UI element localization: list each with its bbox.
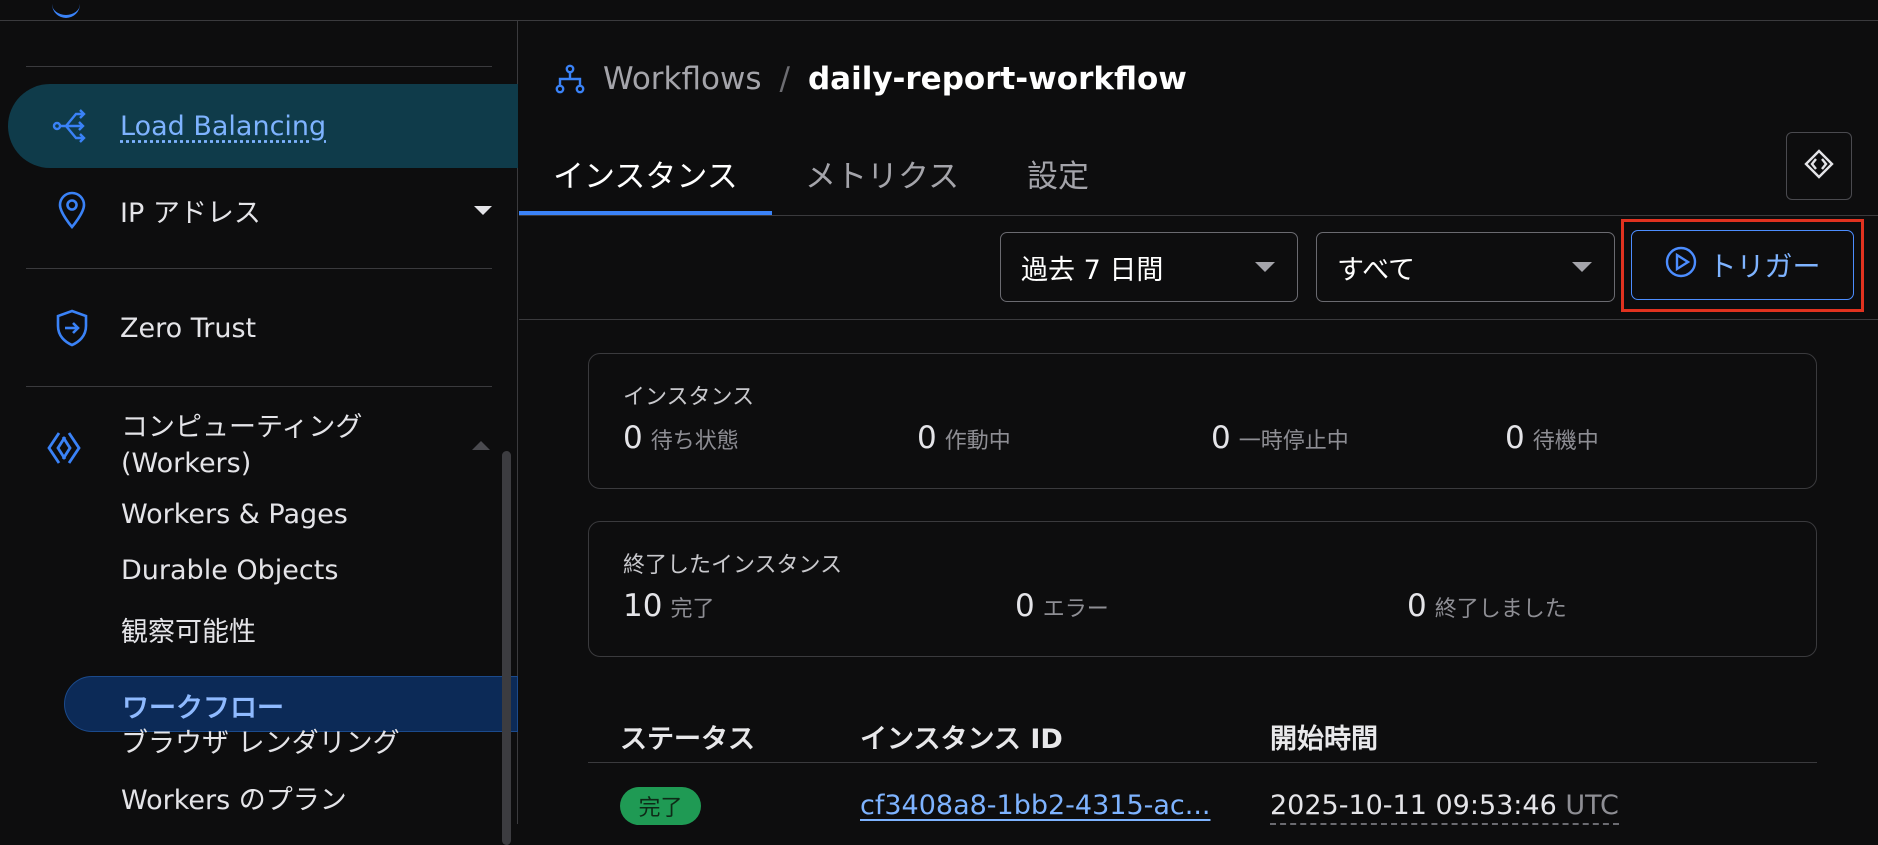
sidebar-group-sublabel: (Workers) [121, 448, 252, 479]
active-tab-indicator [519, 211, 772, 215]
table-header: ステータス インスタンス ID 開始時間 [588, 707, 1817, 763]
stat-error: 0 エラー [1015, 588, 1109, 624]
stat-paused: 0 一時停止中 [1211, 420, 1349, 456]
sidebar-scrollbar[interactable] [502, 451, 511, 845]
main-content: Workflows / daily-report-workflow インスタンス… [519, 21, 1878, 825]
trigger-button[interactable]: トリガー [1631, 230, 1854, 300]
breadcrumb: Workflows / daily-report-workflow [555, 57, 1187, 101]
sidebar-item-label: IP アドレス [120, 197, 261, 229]
sidebar-divider [26, 268, 492, 269]
sidebar-item-workers-pages[interactable]: Workers & Pages [121, 499, 348, 530]
column-header-status[interactable]: ステータス [620, 717, 755, 756]
tab-bar: インスタンス メトリクス 設定 [519, 129, 1878, 216]
sidebar-item-observability[interactable]: 観察可能性 [121, 610, 256, 649]
sidebar-divider [26, 386, 492, 387]
instance-id-link[interactable]: cf3408a8-1bb2-4315-ac... [860, 790, 1211, 821]
sidebar-group-label: コンピューティング [121, 412, 363, 443]
chevron-down-icon [1255, 262, 1275, 272]
location-pin-icon [48, 186, 96, 234]
sidebar-group-computing[interactable]: コンピューティング (Workers) [121, 410, 362, 482]
workers-icon [40, 424, 88, 472]
stat-label: 終了しました [1434, 597, 1567, 622]
stat-running: 0 作動中 [917, 420, 1011, 456]
load-balancer-icon [48, 102, 96, 150]
sidebar-item-ip-address[interactable]: IP アドレス [8, 168, 518, 252]
trigger-button-label: トリガー [1708, 250, 1821, 283]
logo-icon [52, 4, 80, 18]
stat-label: 待ち状態 [650, 429, 739, 454]
stat-label: 作動中 [944, 429, 1011, 454]
card-title: 終了したインスタンス [623, 553, 843, 578]
stat-waiting: 0 待機中 [1505, 420, 1599, 456]
code-button[interactable] [1786, 132, 1852, 200]
stat-label: 一時停止中 [1238, 429, 1349, 454]
status-filter-select[interactable]: すべて [1316, 232, 1615, 302]
sidebar-item-label: ワークフロー [122, 693, 284, 724]
stat-value: 0 [917, 420, 937, 456]
start-time-value: 2025-10-11 09:53:46 [1270, 790, 1557, 821]
stat-value: 0 [1211, 420, 1231, 456]
sidebar-item-load-balancing[interactable]: Load Balancing [8, 84, 518, 168]
breadcrumb-separator: / [779, 61, 790, 97]
stat-value: 0 [1407, 588, 1427, 624]
instances-summary-card: インスタンス 0 待ち状態 0 作動中 0 一時停止中 0 待機中 [588, 353, 1817, 489]
sidebar-item-browser-rendering[interactable]: ブラウザ レンダリング [121, 721, 400, 760]
stat-queued: 0 待ち状態 [623, 420, 739, 456]
stat-label: 完了 [670, 597, 715, 622]
shield-icon [48, 304, 96, 352]
page-title: daily-report-workflow [807, 61, 1187, 97]
top-bar [0, 0, 1878, 21]
stat-value: 0 [623, 420, 643, 456]
code-icon [1804, 149, 1834, 183]
timezone-label: UTC [1565, 790, 1619, 821]
stat-complete: 10 完了 [623, 588, 714, 624]
sidebar-item-label: Zero Trust [120, 312, 257, 344]
play-circle-icon [1664, 245, 1698, 286]
card-title: インスタンス [623, 385, 755, 410]
status-filter-value: すべて [1337, 254, 1416, 286]
date-range-select[interactable]: 過去 7 日間 [1000, 232, 1298, 302]
chevron-down-icon [1572, 262, 1592, 272]
stat-terminated: 0 終了しました [1407, 588, 1567, 624]
table-row[interactable]: 完了 cf3408a8-1bb2-4315-ac... 2025-10-11 0… [588, 764, 1817, 825]
tab-metrics[interactable]: メトリクス [805, 151, 959, 196]
finished-instances-card: 終了したインスタンス 10 完了 0 エラー 0 終了しました [588, 521, 1817, 657]
date-range-value: 過去 7 日間 [1021, 254, 1164, 286]
sidebar-item-durable-objects[interactable]: Durable Objects [121, 555, 338, 586]
column-header-start-time[interactable]: 開始時間 [1270, 717, 1378, 756]
tab-settings[interactable]: 設定 [1027, 151, 1089, 196]
sidebar: Load Balancing IP アドレス Zero Trust コンピューテ… [0, 21, 518, 845]
sidebar-item-zero-trust[interactable]: Zero Trust [8, 286, 518, 370]
sidebar-item-label: Load Balancing [120, 110, 327, 142]
sidebar-item-workers-plans[interactable]: Workers のプラン [121, 778, 347, 817]
stat-value: 10 [623, 588, 663, 624]
filter-bar: 過去 7 日間 すべて トリガー [519, 217, 1878, 320]
column-header-instance-id[interactable]: インスタンス ID [860, 717, 1063, 756]
stat-value: 0 [1505, 420, 1525, 456]
workflow-icon [555, 61, 591, 97]
chevron-down-icon[interactable] [474, 206, 492, 215]
chevron-up-icon[interactable] [472, 441, 490, 450]
status-badge: 完了 [620, 787, 701, 825]
breadcrumb-parent-link[interactable]: Workflows [603, 61, 762, 97]
stat-value: 0 [1015, 588, 1035, 624]
tab-instances[interactable]: インスタンス [553, 151, 738, 196]
start-time: 2025-10-11 09:53:46 UTC [1270, 790, 1619, 825]
stat-label: 待機中 [1532, 429, 1599, 454]
sidebar-divider [26, 66, 492, 67]
stat-label: エラー [1042, 597, 1109, 622]
